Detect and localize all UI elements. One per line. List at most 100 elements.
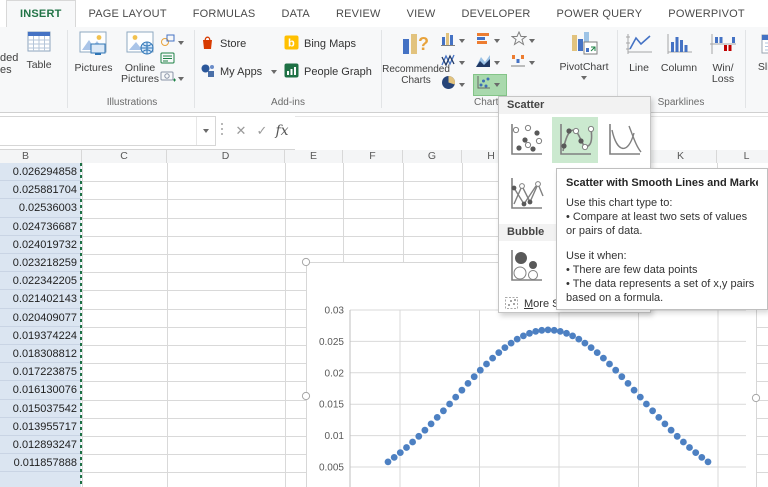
menu-section-scatter: Scatter (499, 97, 650, 114)
column-header-c[interactable]: C (82, 150, 167, 163)
table-button[interactable]: Table (16, 31, 62, 71)
tab-powerpivot[interactable]: POWERPIVOT (655, 0, 758, 27)
menu-tile-scatter[interactable] (503, 117, 549, 163)
menu-tile-scatter-straight-markers[interactable] (503, 171, 549, 217)
name-box-dropdown[interactable] (196, 117, 215, 145)
insert-area-chart-button[interactable] (474, 53, 506, 73)
cell-b10[interactable]: 0.019374224 (0, 326, 81, 345)
tab-page-layout[interactable]: PAGE LAYOUT (76, 0, 180, 27)
column-header-b[interactable]: B (0, 150, 82, 163)
cell-b13[interactable]: 0.016130076 (0, 381, 81, 400)
tab-insert[interactable]: INSERT (6, 0, 76, 27)
cell-b11[interactable]: 0.018308812 (0, 345, 81, 364)
smartart-button[interactable] (160, 51, 176, 70)
sparkline-line-button[interactable]: Line (622, 32, 656, 74)
column-header-e[interactable]: E (285, 150, 343, 163)
column-header-f[interactable]: F (343, 150, 403, 163)
chart-type-tooltip: Scatter with Smooth Lines and Markers Us… (556, 168, 768, 310)
bubble-chart-icon (511, 250, 542, 281)
chart-selection-handle[interactable] (301, 391, 311, 401)
insert-radar-chart-button[interactable] (509, 30, 541, 51)
menu-tile-scatter-smooth-markers[interactable] (552, 117, 598, 163)
menu-tile-bubble[interactable] (503, 243, 549, 289)
store-button[interactable]: Store (200, 35, 246, 53)
illustrations-group-label: Illustrations (106, 97, 158, 108)
insert-pie-chart-button[interactable] (439, 75, 471, 95)
radar-chart-icon (510, 30, 528, 51)
cell-b5[interactable]: 0.024019732 (0, 235, 81, 254)
tab-power-query[interactable]: POWER QUERY (544, 0, 656, 27)
dropdown-arrow-icon (271, 70, 278, 74)
column-header-d[interactable]: D (167, 150, 285, 163)
insert-stock-chart-button[interactable] (439, 53, 471, 73)
insert-column-chart-button[interactable] (439, 31, 471, 51)
cell-b7[interactable]: 0.022342205 (0, 272, 81, 291)
tab-formulas[interactable]: FORMULAS (180, 0, 269, 27)
cell-b2[interactable]: 0.025881704 (0, 181, 81, 200)
chart-selection-handle[interactable] (751, 393, 761, 403)
cell-b4[interactable]: 0.024736687 (0, 217, 81, 236)
y-tick-label: 0.01 (325, 431, 345, 442)
cell-b16[interactable]: 0.012893247 (0, 436, 81, 455)
tab-developer[interactable]: DEVELOPER (449, 0, 544, 27)
sparkline-column-icon (665, 32, 693, 60)
tab-view[interactable]: VIEW (394, 0, 449, 27)
sparkline-line-icon (625, 32, 653, 60)
selection-dashed-border (80, 163, 82, 487)
sparkline-column-button[interactable]: Column (656, 32, 702, 74)
sparkline-winloss-button[interactable]: Win/ Loss (702, 32, 744, 86)
menu-tile-scatter-smooth[interactable] (601, 117, 647, 163)
cell-b17[interactable]: 0.011857888 (0, 454, 81, 473)
cell-b6[interactable]: 0.023218259 (0, 254, 81, 273)
dropdown-arrow-icon (178, 40, 184, 45)
cell-b9[interactable]: 0.020409077 (0, 308, 81, 327)
insert-scatter-chart-button[interactable] (473, 74, 507, 96)
cancel-button[interactable]: ✕ (231, 119, 251, 142)
cell-b14[interactable]: 0.015037542 (0, 399, 81, 418)
cell-b1[interactable]: 0.026294858 (0, 163, 81, 182)
shapes-button[interactable] (160, 33, 184, 52)
formula-bar-splitter[interactable] (221, 123, 223, 137)
bing-maps-button[interactable]: b Bing Maps (284, 35, 356, 53)
excel-window: INSERT PAGE LAYOUT FORMULAS DATA REVIEW VIEW D… (0, 0, 768, 487)
tab-review[interactable]: REVIEW (323, 0, 394, 27)
insert-waterfall-chart-button[interactable] (509, 53, 541, 73)
cell-b18[interactable] (0, 472, 81, 487)
gridline-vertical (82, 163, 83, 487)
slicer-button[interactable]: Slicer (749, 31, 768, 73)
dropdown-arrow-icon (494, 61, 500, 65)
online-pictures-icon (126, 31, 155, 60)
name-box[interactable] (0, 116, 216, 146)
ribbon-tab-bar: INSERT PAGE LAYOUT FORMULAS DATA REVIEW VIEW D… (0, 0, 768, 27)
cell-b3[interactable]: 0.02536003 (0, 199, 81, 218)
dropdown-arrow-icon (203, 129, 209, 133)
dropdown-arrow-icon (459, 83, 465, 87)
cell-b15[interactable]: 0.013955717 (0, 417, 81, 436)
column-header-l[interactable]: L (717, 150, 768, 163)
online-pictures-button[interactable]: Online Pictures (117, 31, 163, 86)
my-apps-button[interactable]: My Apps (200, 63, 278, 81)
group-separator (194, 30, 195, 108)
addins-group-label: Add-ins (271, 97, 305, 108)
people-graph-button[interactable]: People Graph (284, 63, 372, 81)
cell-b12[interactable]: 0.017223875 (0, 363, 81, 382)
enter-button[interactable]: ✓ (252, 119, 272, 142)
column-header-k[interactable]: K (645, 150, 717, 163)
cell-b8[interactable]: 0.021402143 (0, 290, 81, 309)
tooltip-bullet: • Compare at least two sets of values or… (566, 211, 748, 237)
tab-data[interactable]: DATA (268, 0, 323, 27)
screenshot-button[interactable] (160, 69, 184, 88)
pivotchart-button[interactable]: PivotChart (556, 30, 612, 80)
insert-function-button[interactable]: fx (272, 119, 292, 142)
table-icon (27, 31, 51, 57)
scatter-plain-icon (511, 124, 543, 155)
ribbon: ded es Table Pictures Online Pictures Il… (0, 27, 768, 113)
pictures-button[interactable]: Pictures (71, 31, 116, 74)
chart-selection-handle[interactable] (301, 257, 311, 267)
group-separator (745, 30, 746, 108)
gridline-vertical (167, 163, 168, 487)
insert-bar-chart-button[interactable] (474, 31, 506, 51)
column-header-g[interactable]: G (403, 150, 462, 163)
recommended-charts-button[interactable]: ? Recommended Charts (382, 30, 450, 87)
y-tick-label: 0.025 (319, 337, 344, 348)
